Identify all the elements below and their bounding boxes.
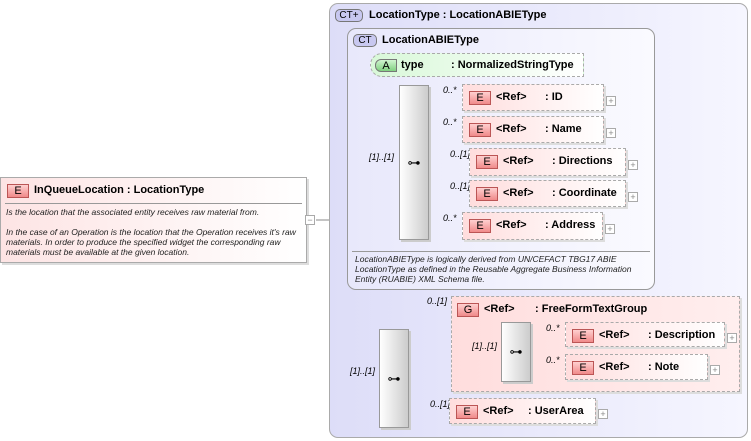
cardinality: [1]..[1] bbox=[369, 152, 395, 162]
type-label: : Directions bbox=[552, 155, 613, 167]
ref-label: <Ref> bbox=[503, 187, 534, 199]
attribute-type-name: : NormalizedStringType bbox=[451, 59, 574, 71]
cardinality: 0..[1] bbox=[430, 399, 451, 409]
collapse-button[interactable]: − bbox=[305, 215, 315, 225]
expand-button[interactable]: + bbox=[710, 365, 720, 375]
divider bbox=[5, 203, 302, 204]
element-badge: E bbox=[7, 184, 29, 198]
sequence-compositor[interactable]: ⊶ bbox=[379, 329, 409, 428]
ref-label: <Ref> bbox=[483, 405, 514, 417]
complex-type-badge: CT bbox=[353, 34, 377, 47]
element-userarea[interactable]: E <Ref> : UserArea bbox=[449, 398, 596, 424]
element-coordinate[interactable]: E <Ref> : Coordinate bbox=[469, 180, 626, 207]
cardinality: 0..* bbox=[443, 117, 457, 127]
expand-button[interactable]: + bbox=[628, 160, 638, 170]
expand-button[interactable]: + bbox=[605, 224, 615, 234]
cardinality: 0..[1] bbox=[450, 181, 471, 191]
element-badge: E bbox=[572, 361, 594, 375]
ref-label: <Ref> bbox=[599, 361, 630, 373]
cardinality: 0..* bbox=[546, 355, 560, 365]
root-element[interactable]: E InQueueLocation : LocationType Is the … bbox=[0, 177, 307, 263]
ref-label: <Ref> bbox=[496, 91, 527, 103]
group-badge: G bbox=[457, 303, 479, 317]
attribute-badge: A bbox=[375, 59, 397, 72]
sequence-icon: ⊶ bbox=[509, 344, 523, 359]
ref-label: <Ref> bbox=[503, 155, 534, 167]
type-label: : ID bbox=[545, 91, 563, 103]
expand-button[interactable]: + bbox=[606, 95, 616, 106]
element-badge: E bbox=[476, 155, 498, 169]
expand-button[interactable]: + bbox=[628, 191, 638, 202]
element-note[interactable]: E <Ref> : Note bbox=[565, 354, 708, 380]
type-label: : Description bbox=[648, 329, 716, 341]
sequence-icon: ⊶ bbox=[407, 154, 421, 170]
element-address[interactable]: E <Ref> : Address bbox=[462, 212, 603, 240]
cardinality: 0..* bbox=[443, 213, 457, 223]
sequence-icon: ⊶ bbox=[387, 370, 401, 386]
cardinality: [1]..[1] bbox=[472, 341, 498, 351]
cardinality: [1]..[1] bbox=[350, 366, 376, 376]
element-badge: E bbox=[469, 91, 491, 105]
element-badge: E bbox=[572, 329, 594, 343]
ref-label: <Ref> bbox=[484, 303, 515, 315]
element-badge: E bbox=[476, 187, 498, 201]
attribute-type[interactable]: A type : NormalizedStringType bbox=[370, 53, 584, 77]
ref-label: <Ref> bbox=[496, 123, 527, 135]
cardinality: 0..* bbox=[443, 85, 457, 95]
cardinality: 0..[1] bbox=[450, 149, 471, 159]
type-label: : Note bbox=[648, 361, 680, 373]
complex-type-badge: CT+ bbox=[335, 9, 363, 22]
type-label: : Coordinate bbox=[552, 187, 617, 199]
divider bbox=[352, 251, 650, 252]
sequence-compositor[interactable]: ⊶ bbox=[399, 85, 429, 240]
cardinality: 0..* bbox=[546, 323, 560, 333]
type-label: : Name bbox=[545, 123, 582, 135]
inner-note: LocationABIEType is logically derived fr… bbox=[355, 254, 632, 284]
expand-button[interactable]: + bbox=[598, 409, 608, 419]
sequence-compositor[interactable]: ⊶ bbox=[501, 322, 531, 382]
root-desc: Is the location that the associated enti… bbox=[6, 207, 296, 257]
ref-label: <Ref> bbox=[496, 219, 527, 231]
type-label: : Address bbox=[545, 219, 596, 231]
element-directions[interactable]: E <Ref> : Directions bbox=[469, 148, 626, 176]
outer-title: LocationType : LocationABIEType bbox=[369, 9, 547, 21]
ref-label: <Ref> bbox=[599, 329, 630, 341]
type-label: : FreeFormTextGroup bbox=[535, 303, 648, 315]
element-description[interactable]: E <Ref> : Description bbox=[565, 322, 725, 347]
expand-button[interactable]: + bbox=[727, 332, 737, 343]
expand-button[interactable]: + bbox=[606, 127, 616, 138]
type-label: : UserArea bbox=[528, 405, 584, 417]
cardinality: 0..[1] bbox=[427, 296, 448, 306]
attribute-name: type bbox=[401, 59, 424, 71]
element-badge: E bbox=[469, 219, 491, 233]
element-badge: E bbox=[469, 123, 491, 137]
element-name[interactable]: E <Ref> : Name bbox=[462, 116, 604, 143]
inner-title: LocationABIEType bbox=[382, 34, 479, 46]
element-badge: E bbox=[456, 405, 478, 419]
element-id[interactable]: E <Ref> : ID bbox=[462, 84, 604, 111]
root-title: InQueueLocation : LocationType bbox=[34, 184, 205, 196]
